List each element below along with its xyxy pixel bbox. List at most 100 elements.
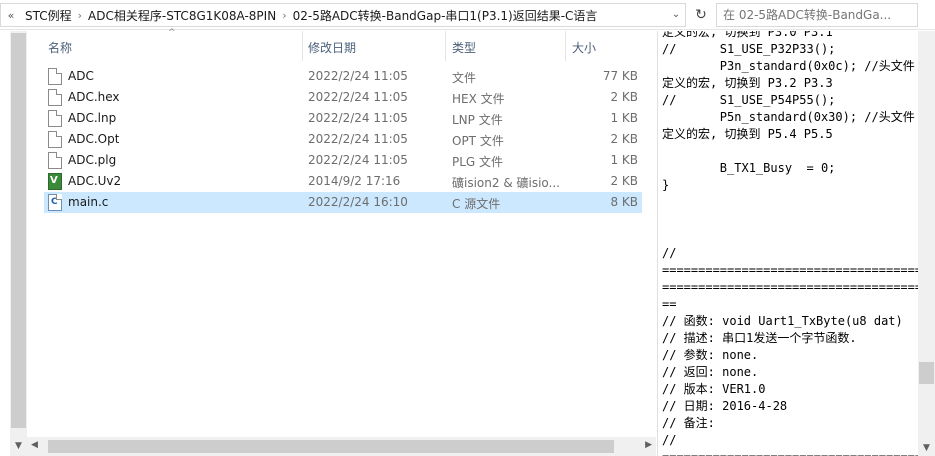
file-type: LNP 文件 — [452, 113, 503, 127]
file-name: ADC.lnp — [68, 111, 117, 125]
file-type: 文件 — [452, 71, 477, 85]
file-size: 8 KB — [610, 195, 638, 209]
table-row[interactable]: ADC.lnp 2022/2/24 11:05 LNP 文件 1 KB — [44, 108, 642, 129]
address-dropdown-icon[interactable]: ⌄ — [666, 4, 686, 26]
file-type: 礦ision2 & 礦isio... — [452, 176, 560, 190]
file-date: 2022/2/24 11:05 — [308, 153, 408, 167]
refresh-icon[interactable]: ↻ — [688, 3, 714, 27]
code-line: // 函数: void Uart1_TxByte(u8 dat) — [662, 314, 903, 328]
code-line: 定义的宏, 切换到 P3.2 P3.3 — [662, 76, 833, 90]
file-name: ADC.plg — [68, 153, 117, 167]
column-header-date[interactable]: 修改日期 — [308, 39, 356, 55]
uvision-icon: V — [48, 173, 62, 190]
file-name: main.c — [68, 195, 109, 209]
column-divider[interactable] — [302, 31, 303, 61]
table-row[interactable]: V ADC.Uv2 2014/9/2 17:16 礦ision2 & 礦isio… — [44, 171, 642, 192]
overflow-chevron-icon[interactable]: « — [1, 9, 21, 22]
column-header-name[interactable]: 名称 — [48, 39, 72, 55]
code-preview: 定义的宏, 切换到 P3.0 P3.1 // S1_USE_P32P33(); P… — [662, 31, 930, 456]
file-type: OPT 文件 — [452, 134, 504, 148]
code-line: == — [662, 297, 677, 311]
column-divider[interactable] — [445, 31, 446, 61]
file-list-pane: ▼ ^ 名称 修改日期 类型 大小 ADC 2022/2/24 11:05 文件… — [0, 28, 656, 456]
address-bar: « STC例程 › ADC相关程序-STC8G1K08A-8PIN › 02-5… — [0, 0, 935, 30]
file-size: 2 KB — [610, 90, 638, 104]
preview-scrollbar[interactable]: ▼ — [918, 31, 935, 456]
code-line: ===================================== — [662, 263, 930, 277]
table-row-selected[interactable]: C main.c 2022/2/24 16:10 C 源文件 8 KB — [44, 192, 642, 213]
file-name: ADC.Uv2 — [68, 174, 122, 188]
file-size: 1 KB — [610, 111, 638, 125]
file-icon — [48, 152, 62, 169]
code-line: // 版本: VER1.0 — [662, 382, 766, 396]
column-headers: ^ 名称 修改日期 类型 大小 — [44, 28, 642, 61]
code-line: // S1_USE_P54P55(); — [662, 93, 836, 107]
file-icon — [48, 68, 62, 85]
code-line: // — [662, 433, 677, 447]
file-size: 2 KB — [610, 132, 638, 146]
breadcrumb-item-stc[interactable]: STC例程 — [21, 7, 76, 24]
file-icon — [48, 89, 62, 106]
column-header-size[interactable]: 大小 — [572, 39, 596, 55]
code-line: // 备注: — [662, 416, 715, 430]
file-date: 2022/2/24 11:05 — [308, 90, 408, 104]
column-divider[interactable] — [565, 31, 566, 61]
file-date: 2022/2/24 16:10 — [308, 195, 408, 209]
code-line: } — [662, 178, 670, 192]
chevron-right-icon[interactable]: › — [76, 9, 84, 22]
nav-pane-scrollbar[interactable]: ▼ — [10, 31, 27, 456]
file-size: 2 KB — [610, 174, 638, 188]
file-icon — [48, 110, 62, 127]
preview-pane: 定义的宏, 切换到 P3.0 P3.1 // S1_USE_P32P33(); P… — [657, 31, 935, 456]
scrollbar-thumb[interactable] — [48, 440, 614, 453]
code-line: // — [662, 246, 677, 260]
code-line: ===================================== — [662, 280, 930, 294]
scroll-left-arrow-icon[interactable]: ◀ — [31, 440, 38, 450]
table-row[interactable]: ADC.Opt 2022/2/24 11:05 OPT 文件 2 KB — [44, 129, 642, 150]
code-line: // 描述: 串口1发送一个字节函数. — [662, 331, 857, 345]
horizontal-scrollbar[interactable]: ◀ ▶ — [27, 437, 656, 456]
file-type: C 源文件 — [452, 197, 501, 211]
file-date: 2022/2/24 11:05 — [308, 111, 408, 125]
search-input[interactable] — [716, 3, 918, 27]
code-line: // 日期: 2016-4-28 — [662, 399, 788, 413]
code-line: // S1_USE_P32P33(); — [662, 42, 836, 56]
c-source-icon: C — [48, 194, 62, 211]
code-line: // 参数: none. — [662, 348, 759, 362]
table-row[interactable]: ADC 2022/2/24 11:05 文件 77 KB — [44, 66, 642, 87]
file-size: 1 KB — [610, 153, 638, 167]
table-row[interactable]: ADC.hex 2022/2/24 11:05 HEX 文件 2 KB — [44, 87, 642, 108]
file-name: ADC.hex — [68, 90, 120, 104]
file-size: 77 KB — [602, 69, 638, 83]
chevron-right-icon[interactable]: › — [280, 9, 288, 22]
scrollbar-thumb[interactable] — [11, 33, 26, 428]
code-line: ===================================== — [662, 449, 929, 456]
file-date: 2022/2/24 11:05 — [308, 132, 408, 146]
breadcrumb[interactable]: « STC例程 › ADC相关程序-STC8G1K08A-8PIN › 02-5… — [0, 3, 686, 27]
scroll-down-arrow-icon[interactable]: ▼ — [10, 439, 27, 453]
sort-ascending-icon: ^ — [168, 28, 176, 38]
breadcrumb-item-current-folder[interactable]: 02-5路ADC转换-BandGap-串口1(P3.1)返回结果-C语言 — [289, 7, 602, 24]
file-type: HEX 文件 — [452, 92, 505, 106]
code-line: // 返回: none. — [662, 365, 759, 379]
file-type: PLG 文件 — [452, 155, 504, 169]
breadcrumb-item-adc-programs[interactable]: ADC相关程序-STC8G1K08A-8PIN — [84, 7, 280, 24]
code-line: 定义的宏, 切换到 P5.4 P5.5 — [662, 127, 833, 141]
scroll-down-arrow-icon[interactable]: ▼ — [918, 443, 935, 456]
code-line: P5n_standard(0x30); //头文件 — [662, 110, 915, 124]
file-name: ADC.Opt — [68, 132, 120, 146]
code-line: B_TX1_Busy = 0; — [662, 161, 836, 175]
file-icon — [48, 131, 62, 148]
file-name: ADC — [68, 69, 94, 83]
scrollbar-thumb[interactable] — [919, 362, 934, 384]
code-line: 定义的宏, 切换到 P3.0 P3.1 — [662, 31, 833, 39]
column-header-type[interactable]: 类型 — [452, 39, 476, 55]
table-row[interactable]: ADC.plg 2022/2/24 11:05 PLG 文件 1 KB — [44, 150, 642, 171]
file-list: ADC 2022/2/24 11:05 文件 77 KB ADC.hex 202… — [44, 66, 642, 213]
scroll-right-arrow-icon[interactable]: ▶ — [645, 440, 652, 450]
file-date: 2022/2/24 11:05 — [308, 69, 408, 83]
